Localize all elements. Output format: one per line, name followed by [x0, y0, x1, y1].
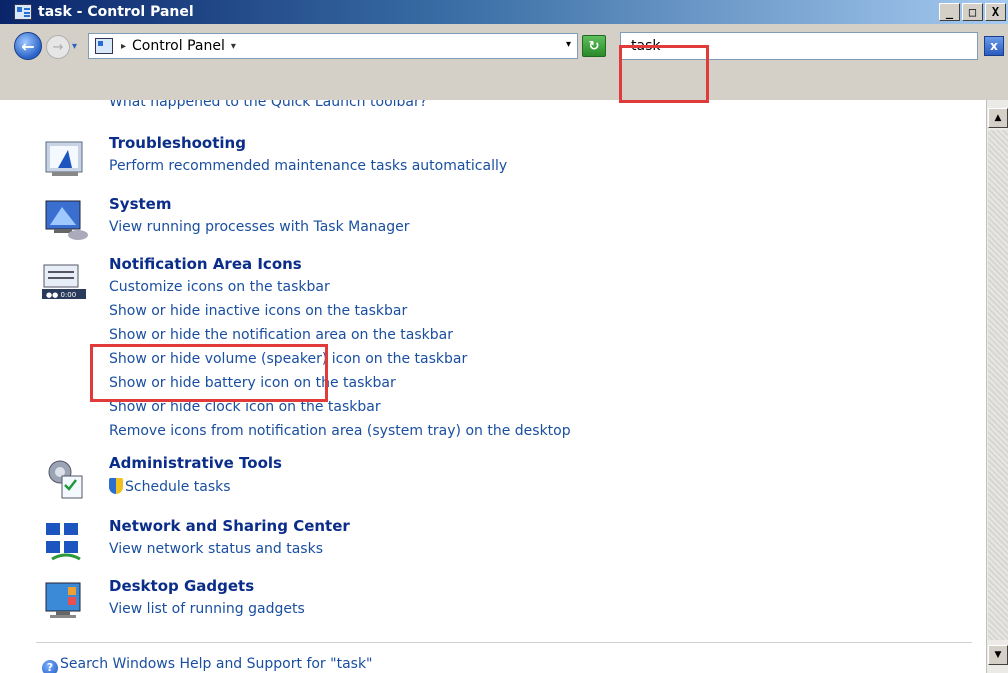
troubleshooting-title[interactable]: Troubleshooting [109, 134, 246, 152]
network-icon [46, 523, 81, 561]
result-link[interactable]: Show or hide volume (speaker) icon on th… [109, 351, 467, 367]
administrative-tools-title[interactable]: Administrative Tools [109, 454, 282, 472]
help-icon: ? [42, 660, 58, 673]
window-controls: _ □ X [939, 3, 1006, 21]
close-button[interactable]: X [985, 3, 1006, 21]
desktop-gadgets-title[interactable]: Desktop Gadgets [109, 577, 254, 595]
tray-clock-text: ●● 0:00 [46, 291, 76, 299]
back-button[interactable]: ← [14, 32, 42, 60]
result-link[interactable]: Show or hide battery icon on the taskbar [109, 375, 396, 391]
forward-button[interactable]: → [46, 35, 70, 59]
scrollbar-track[interactable] [988, 130, 1008, 640]
windows-help-search-link[interactable]: ? Search Windows Help and Support for "ta… [42, 656, 373, 673]
scroll-down-button[interactable]: ▼ [988, 645, 1008, 665]
notification-area-icons-title[interactable]: Notification Area Icons [109, 255, 302, 273]
result-link[interactable]: Show or hide clock icon on the taskbar [109, 399, 381, 415]
schedule-tasks-label: Schedule tasks [125, 479, 231, 495]
system-title[interactable]: System [109, 195, 171, 213]
administrative-tools-icon [48, 460, 83, 499]
scroll-up-button[interactable]: ▲ [988, 108, 1008, 128]
clear-search-button[interactable]: x [984, 36, 1004, 56]
result-link[interactable]: Customize icons on the taskbar [109, 279, 330, 295]
uac-shield-icon [109, 478, 123, 494]
result-link[interactable]: Show or hide the notification area on th… [109, 327, 453, 343]
maximize-button[interactable]: □ [962, 3, 983, 21]
desktop-gadgets-icon [45, 582, 81, 618]
recent-pages-dropdown[interactable]: ▾ [72, 41, 77, 52]
breadcrumb-separator[interactable]: ▸ [121, 41, 126, 52]
control-panel-icon [95, 38, 113, 54]
schedule-tasks-link[interactable]: Schedule tasks [109, 478, 231, 495]
result-link[interactable]: View running processes with Task Manager [109, 219, 410, 235]
refresh-button[interactable]: ↻ [582, 35, 606, 57]
address-dropdown[interactable]: ▾ [566, 39, 571, 50]
minimize-button[interactable]: _ [939, 3, 960, 21]
address-bar[interactable]: ▸ Control Panel ▾ ▾ [88, 33, 578, 59]
system-icon [45, 200, 88, 240]
breadcrumb-control-panel[interactable]: Control Panel [132, 38, 225, 54]
window-title: task - Control Panel [38, 4, 194, 20]
result-link[interactable]: Perform recommended maintenance tasks au… [109, 158, 507, 174]
search-input[interactable]: task [620, 32, 978, 60]
result-link[interactable]: View list of running gadgets [109, 601, 305, 617]
title-bar: task - Control Panel _ □ X [0, 0, 1008, 24]
quick-launch-link[interactable]: What happened to the Quick Launch toolba… [109, 100, 427, 110]
breadcrumb-dropdown[interactable]: ▾ [231, 41, 236, 52]
network-sharing-center-title[interactable]: Network and Sharing Center [109, 517, 350, 535]
search-results: What happened to the Quick Launch toolba… [0, 100, 986, 673]
notification-area-icon: ●● 0:00 [42, 264, 86, 299]
results-divider [36, 642, 972, 643]
vertical-scrollbar[interactable]: ▲ ▼ [986, 100, 1008, 673]
troubleshooting-icon [45, 141, 83, 176]
result-link[interactable]: Remove icons from notification area (sys… [109, 423, 571, 439]
control-panel-icon [14, 4, 32, 20]
result-link[interactable]: View network status and tasks [109, 541, 323, 557]
help-search-label: Search Windows Help and Support for "tas… [60, 656, 373, 672]
result-link[interactable]: Show or hide inactive icons on the taskb… [109, 303, 407, 319]
